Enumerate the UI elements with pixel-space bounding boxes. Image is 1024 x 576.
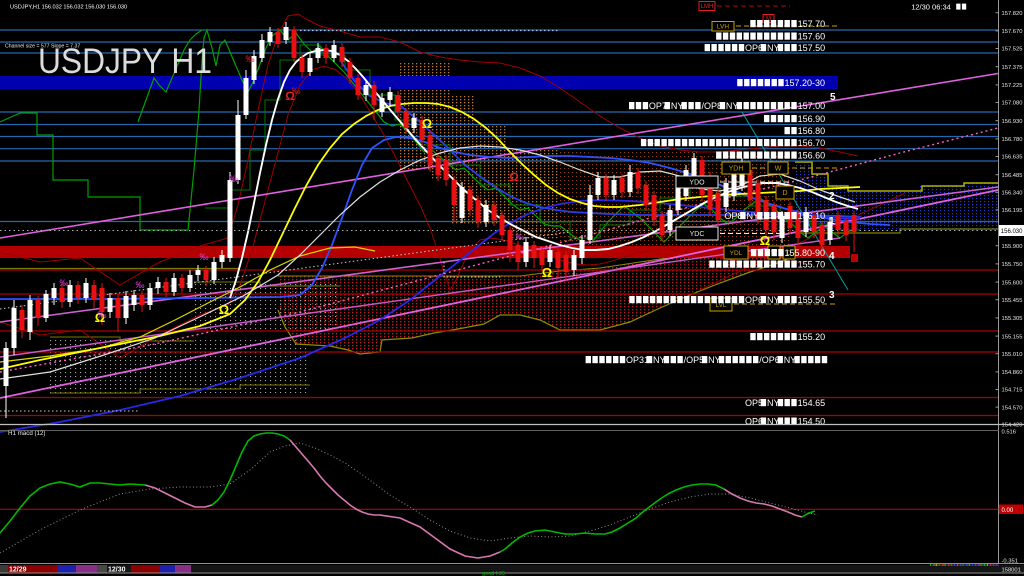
svg-text:Ω: Ω [542,265,552,280]
svg-text:‰: ‰ [200,252,209,262]
svg-text:0.516: 0.516 [1002,430,1017,436]
svg-text:OP7: OP7 [649,101,667,111]
svg-text:H1 macd (12): H1 macd (12) [8,430,45,437]
svg-text:12/30: 12/30 [108,567,126,574]
svg-text:154.570: 154.570 [1002,405,1023,411]
svg-text:157.670: 157.670 [1002,29,1023,35]
svg-text:NY: NY [767,43,780,53]
svg-text:‰: ‰ [246,54,255,64]
svg-text:156.90: 156.90 [798,114,826,124]
svg-text:‰: ‰ [292,86,301,96]
svg-text:157.080: 157.080 [1002,101,1023,107]
svg-text:D: D [782,190,787,197]
svg-text:155.155: 155.155 [1002,334,1023,340]
svg-text:155.305: 155.305 [1002,316,1023,322]
svg-text:157.375: 157.375 [1002,65,1023,71]
svg-text:NY: NY [708,355,721,365]
svg-text:155.70: 155.70 [798,260,826,270]
svg-text:156.485: 156.485 [1002,173,1023,179]
svg-text:156.10: 156.10 [798,211,826,221]
svg-text:155.50: 155.50 [798,295,826,305]
svg-text:‰: ‰ [60,278,69,288]
svg-text:156.930: 156.930 [1002,119,1023,125]
svg-text:LMH: LMH [701,4,714,10]
svg-text:1: 1 [829,216,835,227]
svg-text:OP8: OP8 [725,211,743,221]
svg-text:Ω: Ω [760,233,770,248]
svg-text:157.820: 157.820 [1002,11,1023,17]
svg-text:12/29: 12/29 [9,567,27,574]
svg-text:OP6: OP6 [745,295,763,305]
svg-text:3: 3 [829,290,835,301]
svg-text:YDC: YDC [690,231,705,238]
svg-text:157.225: 157.225 [1002,83,1023,89]
svg-text:/OP5: /OP5 [684,355,705,365]
svg-text:‰: ‰ [230,174,239,184]
svg-text:157.70: 157.70 [798,19,826,29]
svg-text:NY: NY [726,101,739,111]
svg-text:156.340: 156.340 [1002,191,1023,197]
svg-text:NY: NY [784,355,797,365]
svg-text:NY: NY [653,355,666,365]
svg-text:OP6: OP6 [745,43,763,53]
svg-text:155.900: 155.900 [1002,244,1023,250]
svg-text:‰: ‰ [98,310,107,320]
svg-text:156.80: 156.80 [798,126,826,136]
svg-text:154.715: 154.715 [1002,388,1023,394]
svg-text:12/30 06:34: 12/30 06:34 [911,3,951,12]
svg-text:155.455: 155.455 [1002,298,1023,304]
svg-text:YDO: YDO [689,180,705,187]
svg-text:155.750: 155.750 [1002,262,1023,268]
svg-text:NY: NY [767,398,780,408]
svg-text:LVH: LVH [717,24,729,31]
svg-text:157.00: 157.00 [798,101,826,111]
svg-text:156.780: 156.780 [1002,137,1023,143]
svg-text:158001: 158001 [1002,568,1021,574]
svg-text:156.030: 156.030 [1001,229,1023,235]
svg-text:155.010: 155.010 [1002,352,1023,358]
svg-text:NY: NY [767,295,780,305]
svg-text:4: 4 [829,251,835,262]
svg-text:155.80-90: 155.80-90 [785,248,826,258]
svg-text:YDH: YDH [729,166,744,173]
svg-text:USDJPY H1: USDJPY H1 [38,42,212,81]
svg-text:YDL: YDL [730,250,743,257]
svg-text:155.600: 155.600 [1002,280,1023,286]
svg-text:156.195: 156.195 [1002,208,1023,214]
svg-text:OP5: OP5 [745,398,763,408]
svg-text:154.420: 154.420 [1002,423,1023,429]
svg-text:2: 2 [829,191,835,202]
svg-text:157.20-30: 157.20-30 [785,78,826,88]
svg-text:154.860: 154.860 [1002,370,1023,376]
svg-text:OP31: OP31 [626,355,649,365]
svg-text:‰: ‰ [516,232,525,242]
svg-text:156.70: 156.70 [798,138,826,148]
svg-text:157.50: 157.50 [798,43,826,53]
svg-text:0.00: 0.00 [1002,508,1014,514]
svg-text:W: W [775,166,782,173]
svg-text:/OP8: /OP8 [702,101,723,111]
svg-text:/OP6: /OP6 [759,355,780,365]
svg-text:156.60: 156.60 [798,151,826,161]
svg-text:155.20: 155.20 [798,332,826,342]
svg-text:USDJPY,H1 156.032 156.032 156: USDJPY,H1 156.032 156.032 156.030 156.03… [10,5,127,11]
svg-text:157.60: 157.60 [798,32,826,42]
svg-text:5: 5 [830,92,836,103]
svg-text:Ω: Ω [509,170,519,184]
svg-text:157.525: 157.525 [1002,47,1023,53]
svg-text:Ω: Ω [219,302,229,317]
svg-text:Ω: Ω [422,116,432,131]
svg-text:156.635: 156.635 [1002,155,1023,161]
svg-text:good f 09: good f 09 [482,571,505,576]
svg-text:‰: ‰ [136,280,145,290]
svg-text:154.65: 154.65 [798,398,826,408]
